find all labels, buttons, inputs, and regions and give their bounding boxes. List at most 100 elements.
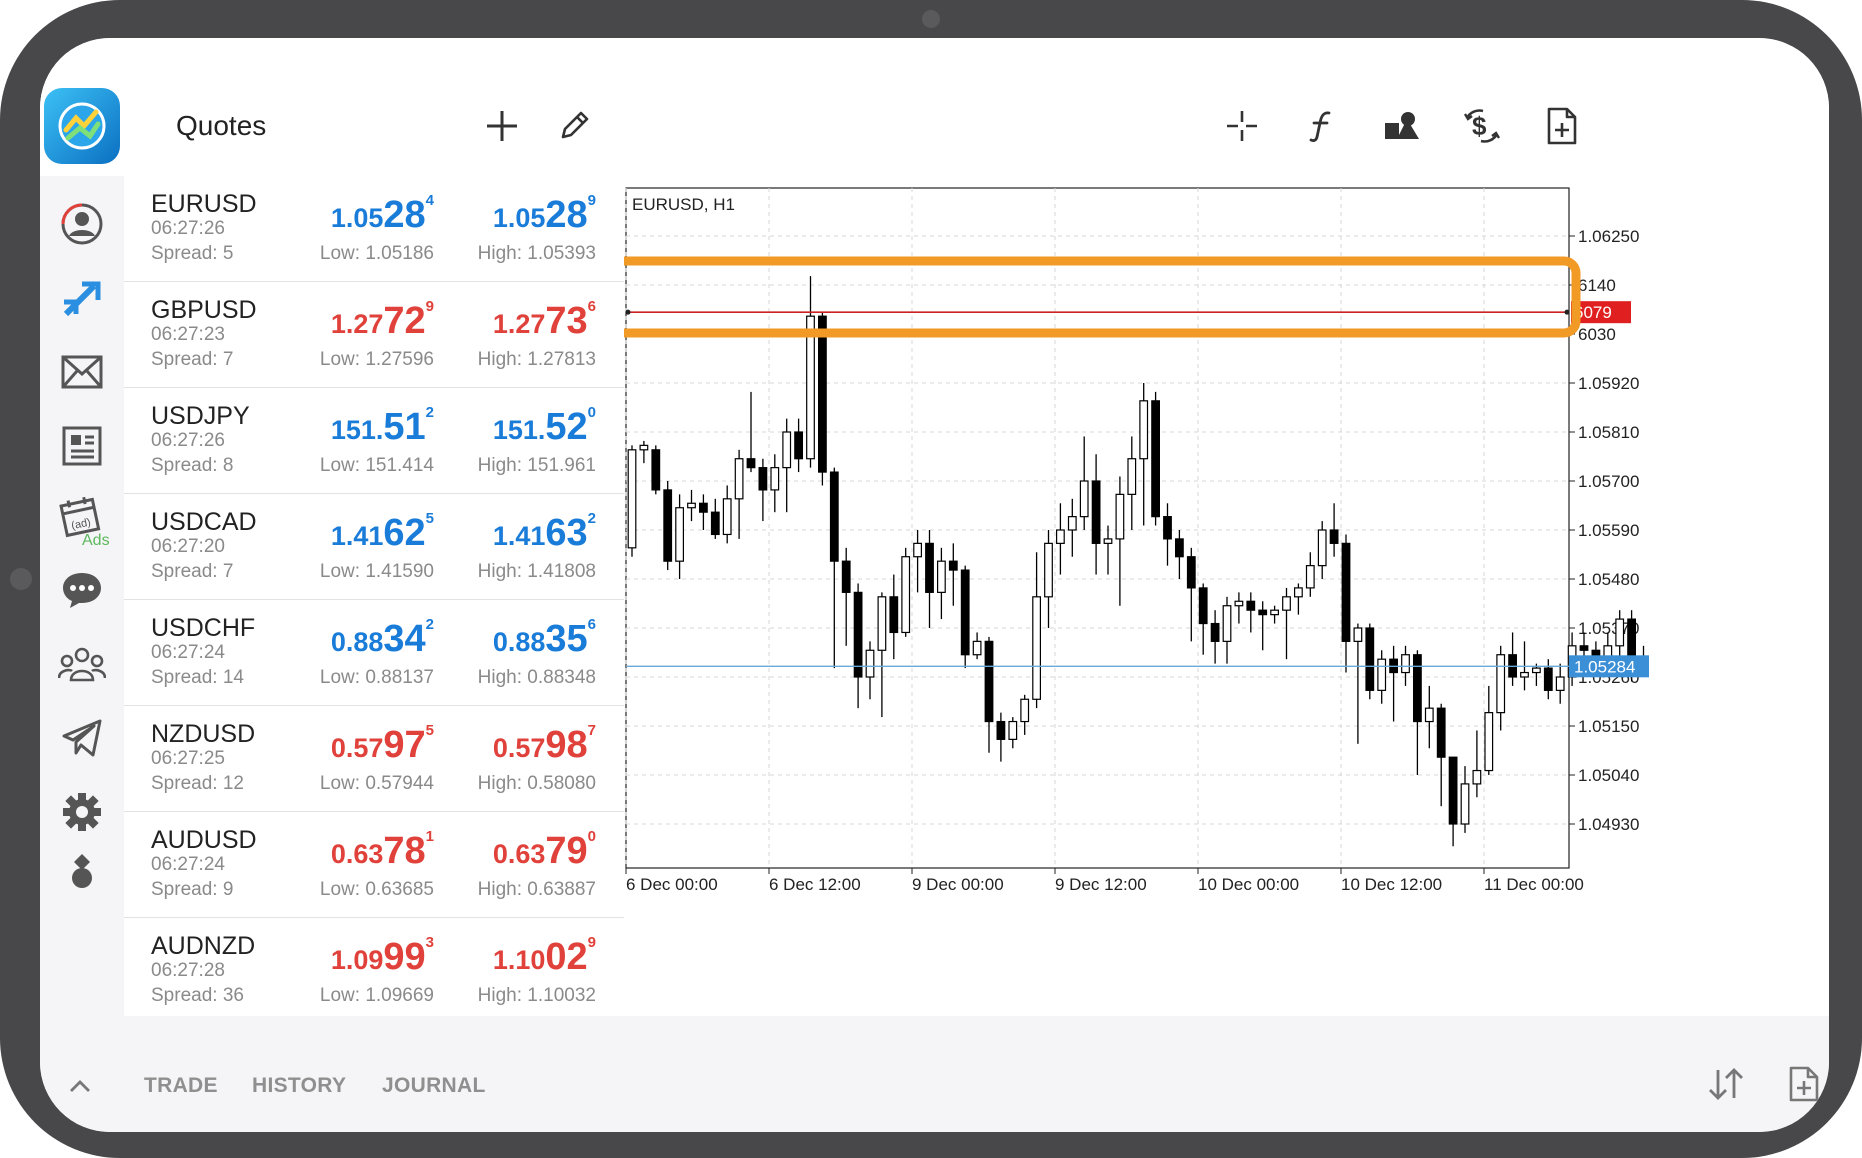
candle-body [889,596,899,634]
spread-value: Spread: 9 [151,879,234,900]
quote-row-eurusd[interactable]: EURUSD 06:27:26 Spread: 5 1.05284 1.05289 Low… [124,176,624,282]
nav-accounts-icon[interactable] [54,196,110,252]
ask-price-main: 79 [545,830,588,872]
ask-price[interactable]: 1.05289 [493,192,596,237]
level-line-handle-left[interactable] [625,309,631,315]
ask-price[interactable]: 151.520 [493,404,596,449]
trade-dollar-icon[interactable]: $ [1458,102,1506,150]
candle-body [1127,458,1137,495]
bid-price[interactable]: 1.41625 [331,510,434,555]
nav-community-icon[interactable] [54,636,110,692]
tab-trade[interactable]: TRADE [144,1074,218,1098]
ask-price-pip: 0 [587,828,596,845]
low-price: Low: 0.88137 [319,667,434,688]
bid-price[interactable]: 0.63781 [331,828,434,873]
bid-price-prefix: 1.05 [330,203,384,233]
side-navigation: (ad) Ads [40,176,124,1016]
ask-price[interactable]: 1.27736 [493,298,596,343]
y-tick-label: 1.05810 [1578,423,1639,442]
quote-row-usdchf[interactable]: USDCHF 06:27:24 Spread: 14 0.88342 0.88356 Lo… [124,600,624,706]
level-line-handle-right[interactable] [1564,309,1570,315]
bid-price[interactable]: 0.57975 [331,722,434,767]
ask-price-main: 28 [545,194,588,236]
candle-body [1174,538,1184,558]
candle-body [1056,529,1065,544]
nav-telegram-icon[interactable] [54,710,110,766]
y-tick-label: 1.05150 [1578,717,1639,736]
indicators-icon[interactable] [1298,102,1346,150]
bid-price-pip: 2 [425,404,434,421]
quote-row-gbpusd[interactable]: GBPUSD 06:27:23 Spread: 7 1.27729 1.27736 Low… [124,282,624,388]
ask-price[interactable]: 0.57987 [493,722,596,767]
bid-price-prefix: 0.88 [330,627,384,657]
quote-row-usdcad[interactable]: USDCAD 06:27:20 Spread: 7 1.41625 1.41632 Low… [124,494,624,600]
tab-history[interactable]: HISTORY [252,1074,346,1098]
candle-body [1615,618,1625,647]
candle-body [937,560,946,593]
bid-price[interactable]: 1.05284 [331,192,434,237]
nav-more-icon[interactable] [54,852,110,888]
new-order-icon[interactable] [1780,1060,1828,1108]
candle-body [1115,493,1125,540]
x-tick-label: 10 Dec 00:00 [1198,875,1299,894]
candle-body [770,467,780,491]
candle-body [1377,658,1387,691]
symbol-name: AUDUSD [151,826,257,854]
bid-price-pip: 2 [425,616,434,633]
symbol-name: USDCAD [151,508,257,536]
tab-journal[interactable]: JOURNAL [382,1074,486,1098]
bid-price-prefix: 1.09 [330,945,384,975]
candle-body [1424,707,1434,723]
side-button [10,568,32,590]
candle-body [1008,720,1018,740]
ask-price-main: 73 [545,300,588,342]
price-chart[interactable]: 1.06250 6140 6030 1.05920 1.05810 1.05700 1.05… [624,176,1829,1046]
y-tick-label: 6140 [1578,276,1616,295]
bid-price[interactable]: 0.88342 [331,616,434,661]
chevron-up-icon[interactable] [56,1062,104,1110]
crosshair-icon[interactable] [1218,102,1266,150]
candle-body [829,471,839,562]
ask-price[interactable]: 1.41632 [493,510,596,555]
bid-price[interactable]: 151.512 [331,404,434,449]
sort-arrows-icon[interactable] [1702,1060,1750,1108]
edit-pencil-icon[interactable] [550,102,598,150]
ask-price[interactable]: 0.63790 [493,828,596,873]
candle-body [1317,529,1327,567]
nav-economic-calendar-icon[interactable]: (ad) Ads [54,486,110,556]
nav-mail-icon[interactable] [54,344,110,400]
new-document-icon[interactable] [1538,102,1586,150]
quote-row-nzdusd[interactable]: NZDUSD 06:27:25 Spread: 12 0.57975 0.57987 Lo… [124,706,624,812]
ask-price-main: 63 [545,512,588,554]
symbol-name: USDJPY [151,402,250,430]
candle-body [901,556,911,634]
add-symbol-button[interactable] [478,102,526,150]
candle-body [1151,400,1160,518]
bid-price-main: 97 [383,724,426,766]
bid-price-prefix: 1.27 [330,309,384,339]
ask-price[interactable]: 0.88356 [493,616,596,661]
ask-price[interactable]: 1.10029 [493,934,596,979]
spread-value: Spread: 14 [151,667,244,688]
nav-trade-icon[interactable] [54,270,110,326]
candle-body [639,444,649,451]
nav-chat-icon[interactable] [54,562,110,618]
quote-row-audnzd[interactable]: AUDNZD 06:27:28 Spread: 36 1.09993 1.10029 Lo… [124,918,624,1024]
quote-row-usdjpy[interactable]: USDJPY 06:27:26 Spread: 8 151.512 151.520 Low… [124,388,624,494]
candle-body [1365,627,1375,691]
low-price: Low: 1.09669 [319,985,434,1006]
candle-body [710,511,720,536]
nav-news-icon[interactable] [54,418,110,474]
quote-row-audusd[interactable]: AUDUSD 06:27:24 Spread: 9 0.63781 0.63790 Low… [124,812,624,918]
bid-price[interactable]: 1.09993 [331,934,434,979]
candle-body [782,431,792,469]
objects-shapes-icon[interactable] [1378,102,1426,150]
y-tick-label: 1.04930 [1578,815,1639,834]
ask-price-prefix: 1.05 [492,203,546,233]
ads-label: Ads [82,532,110,549]
x-tick-label: 9 Dec 12:00 [1055,875,1147,894]
bid-price[interactable]: 1.27729 [331,298,434,343]
nav-settings-icon[interactable] [54,784,110,840]
candle-body [687,502,696,509]
high-price: High: 1.41808 [477,561,596,582]
